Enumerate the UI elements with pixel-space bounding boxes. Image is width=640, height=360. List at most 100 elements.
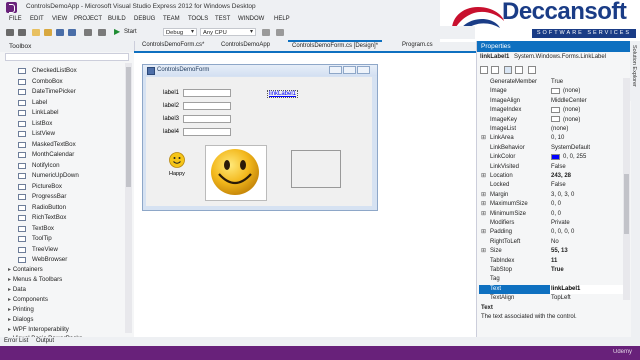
label-4[interactable]: label4: [163, 129, 179, 135]
toolbox-search-input[interactable]: [5, 53, 129, 61]
redo-icon[interactable]: [98, 29, 106, 36]
link-label[interactable]: linkLabel1: [267, 90, 299, 98]
property-value[interactable]: linkLabel1: [550, 284, 623, 295]
textbox-1[interactable]: [183, 89, 231, 97]
property-value[interactable]: (none): [551, 125, 568, 134]
toolbox-item[interactable]: RichTextBox: [14, 213, 126, 223]
toolbox-category[interactable]: Containers: [8, 265, 43, 275]
property-row[interactable]: Image (none): [479, 87, 625, 96]
property-value[interactable]: 3, 0, 3, 0: [551, 191, 574, 200]
textbox-4[interactable]: [183, 128, 231, 136]
toolbox-scrollbar[interactable]: [125, 63, 132, 333]
minimize-icon[interactable]: [329, 66, 342, 74]
toolbox-item[interactable]: DateTimePicker: [14, 87, 126, 97]
config-select[interactable]: Debug: [163, 28, 197, 36]
back-icon[interactable]: [6, 29, 14, 36]
expand-icon[interactable]: ⊞: [481, 210, 486, 219]
new-project-icon[interactable]: [32, 29, 40, 36]
property-row[interactable]: ⊞ Location 243, 28: [479, 172, 625, 181]
open-icon[interactable]: [44, 29, 52, 36]
property-value[interactable]: Private: [551, 219, 570, 228]
categorized-icon[interactable]: [480, 66, 488, 74]
property-row[interactable]: TabIndex 11: [479, 257, 625, 266]
properties-icon[interactable]: [504, 66, 512, 74]
property-row[interactable]: RightToLeft No: [479, 238, 625, 247]
maximize-icon[interactable]: [343, 66, 356, 74]
toolbox-item[interactable]: NotifyIcon: [14, 161, 126, 171]
toolbox-item[interactable]: PictureBox: [14, 182, 126, 192]
toolbox-item[interactable]: ListBox: [14, 119, 126, 129]
toolbox-item[interactable]: WebBrowser: [14, 255, 126, 265]
property-row[interactable]: ⊞ Margin 3, 0, 3, 0: [479, 191, 625, 200]
menu-project[interactable]: PROJECT: [74, 16, 102, 22]
expand-icon[interactable]: ⊞: [481, 228, 486, 237]
property-value[interactable]: (none): [551, 87, 580, 96]
property-row[interactable]: ⊞ MinimumSize 0, 0: [479, 210, 625, 219]
toolbox-category[interactable]: Dialogs: [8, 315, 34, 325]
platform-select[interactable]: Any CPU: [200, 28, 256, 36]
form-window[interactable]: ControlsDemoForm label1 label2 label3 la…: [142, 64, 378, 211]
toolbox-item[interactable]: RadioButton: [14, 203, 126, 213]
toolbox-item[interactable]: NumericUpDown: [14, 171, 126, 181]
expand-icon[interactable]: ⊞: [481, 247, 486, 256]
property-value[interactable]: 0, 0, 255: [551, 153, 586, 162]
toolbox-item[interactable]: ToolTip: [14, 234, 126, 244]
tab-output[interactable]: Output: [36, 337, 54, 346]
label-1[interactable]: label1: [163, 90, 179, 96]
property-row[interactable]: ⊞ Padding 0, 0, 0, 0: [479, 228, 625, 237]
property-value[interactable]: 243, 28: [551, 172, 571, 181]
property-row[interactable]: Locked False: [479, 181, 625, 190]
property-value[interactable]: False: [551, 181, 566, 190]
happy-icon[interactable]: [169, 152, 185, 168]
close-icon[interactable]: [357, 66, 370, 74]
textbox-3[interactable]: [183, 115, 231, 123]
expand-icon[interactable]: ⊞: [481, 172, 486, 181]
undo-icon[interactable]: [84, 29, 92, 36]
property-value[interactable]: 0, 10: [551, 134, 564, 143]
menu-team[interactable]: TEAM: [163, 16, 180, 22]
start-button[interactable]: Start: [124, 29, 137, 35]
find-icon[interactable]: [262, 29, 270, 36]
property-value[interactable]: TopLeft: [551, 294, 571, 303]
toolbox-item[interactable]: ProgressBar: [14, 192, 126, 202]
property-row[interactable]: Tag: [479, 275, 625, 284]
expand-icon[interactable]: ⊞: [481, 134, 486, 143]
expand-icon[interactable]: ⊞: [481, 191, 486, 200]
property-value[interactable]: True: [551, 78, 563, 87]
toolbox-item[interactable]: TextBox: [14, 224, 126, 234]
toolbox-item[interactable]: MaskedTextBox: [14, 140, 126, 150]
property-row[interactable]: Modifiers Private: [479, 219, 625, 228]
property-row[interactable]: ⊞ Size 55, 13: [479, 247, 625, 256]
property-row[interactable]: ⊞ MaximumSize 0, 0: [479, 200, 625, 209]
menu-view[interactable]: VIEW: [52, 16, 67, 22]
textbox-2[interactable]: [183, 102, 231, 110]
property-row[interactable]: LinkBehavior SystemDefault: [479, 144, 625, 153]
property-row[interactable]: TabStop True: [479, 266, 625, 275]
menu-file[interactable]: FILE: [9, 16, 22, 22]
toolbox-category[interactable]: Menus & Toolbars: [8, 275, 62, 285]
property-row[interactable]: ImageKey (none): [479, 116, 625, 125]
property-row[interactable]: LinkColor 0, 0, 255: [479, 153, 625, 162]
property-row[interactable]: ImageAlign MiddleCenter: [479, 97, 625, 106]
menu-edit[interactable]: EDIT: [30, 16, 44, 22]
property-row[interactable]: GenerateMember True: [479, 78, 625, 87]
tab-form-code[interactable]: ControlsDemoForm.cs*: [138, 41, 208, 50]
toolbox-category[interactable]: Components: [8, 295, 48, 305]
property-row[interactable]: Text linkLabel1: [479, 284, 625, 295]
property-value[interactable]: 55, 13: [551, 247, 568, 256]
toolbox-item[interactable]: ComboBox: [14, 77, 126, 87]
property-value[interactable]: 0, 0: [551, 210, 561, 219]
property-value[interactable]: 11: [551, 257, 557, 266]
property-row[interactable]: ImageIndex (none): [479, 106, 625, 115]
menu-tools[interactable]: TOOLS: [188, 16, 208, 22]
tab-form-design[interactable]: ControlsDemoForm.cs [Design]*: [288, 40, 383, 51]
menu-window[interactable]: WINDOW: [238, 16, 264, 22]
toolbox-item[interactable]: MonthCalendar: [14, 150, 126, 160]
solution-explorer-tab[interactable]: Solution Explorer: [630, 41, 640, 101]
property-row[interactable]: TextAlign TopLeft: [479, 294, 625, 303]
label-2[interactable]: label2: [163, 103, 179, 109]
toolbox-item[interactable]: LinkLabel: [14, 108, 126, 118]
events-icon[interactable]: [515, 66, 523, 74]
property-value[interactable]: True: [551, 266, 564, 275]
toolbox-item[interactable]: Label: [14, 98, 126, 108]
